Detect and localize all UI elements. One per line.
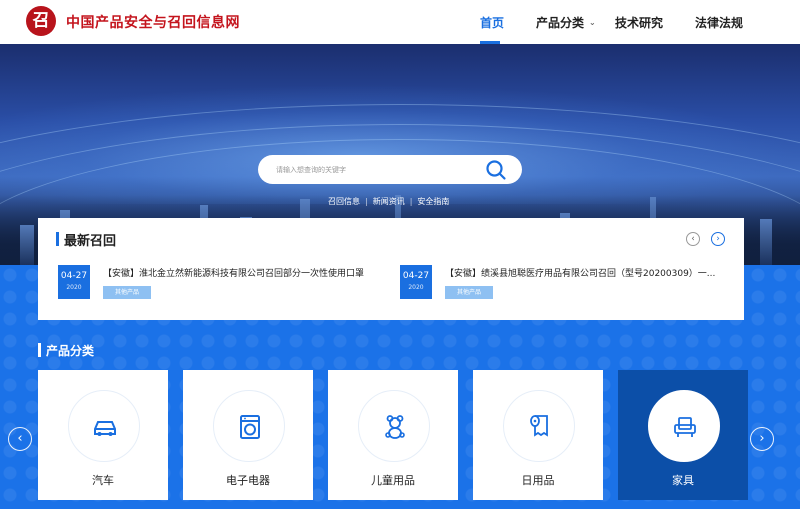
category-card-car[interactable]: 汽车 [38, 370, 168, 500]
category-label: 汽车 [92, 474, 114, 487]
recall-date-badge: 04-27 2020 [400, 265, 432, 299]
chevron-right-icon: › [716, 234, 720, 244]
quick-link-separator: | [409, 197, 413, 206]
nav-home[interactable]: 首页 [480, 14, 504, 31]
category-label: 家具 [672, 474, 694, 487]
recall-item-tag[interactable]: 其他产品 [103, 286, 151, 299]
nav-tech-research[interactable]: 技术研究 [615, 14, 663, 31]
category-icon-circle [648, 390, 720, 462]
search-icon [486, 160, 506, 180]
quick-link-news[interactable]: 新闻资讯 [373, 197, 405, 206]
recall-item-title[interactable]: 【安徽】淮北金立然新能源科技有限公司召回部分一次性使用口罩 [103, 266, 383, 279]
category-icon-circle [213, 390, 285, 462]
category-card-children[interactable]: 儿童用品 [328, 370, 458, 500]
quick-link-recall-info[interactable]: 召回信息 [328, 197, 360, 206]
recall-item-tag[interactable]: 其他产品 [445, 286, 493, 299]
recall-date-year: 2020 [408, 284, 424, 291]
site-title[interactable]: 中国产品安全与召回信息网 [66, 12, 240, 32]
quick-link-separator: | [365, 197, 368, 206]
recall-date-day: 04-27 [402, 271, 430, 281]
category-icon-circle [503, 390, 575, 462]
armchair-icon [674, 417, 696, 437]
category-card-daily-goods[interactable]: 日用品 [473, 370, 603, 500]
search-box [258, 155, 522, 184]
car-icon [94, 421, 116, 436]
category-prev-button[interactable]: ‹ [8, 427, 32, 451]
washing-machine-icon [240, 415, 260, 439]
tissue-roll-icon [530, 415, 548, 437]
chevron-down-icon: ⌄ [589, 18, 596, 27]
category-icon-circle [358, 390, 430, 462]
recall-date-year: 2020 [66, 284, 82, 291]
section-marker [56, 232, 59, 246]
quick-link-safety-guide[interactable]: 安全指南 [417, 197, 449, 206]
site-logo[interactable]: 召 [26, 6, 56, 36]
nav-laws[interactable]: 法律法规 [695, 14, 743, 31]
search-button[interactable] [484, 158, 508, 182]
category-label: 日用品 [521, 474, 555, 487]
category-next-button[interactable]: › [750, 427, 774, 451]
recall-date-badge: 04-27 2020 [58, 265, 90, 299]
nav-product-categories-label: 产品分类 [536, 16, 585, 30]
product-categories-title: 产品分类 [46, 344, 95, 358]
category-label: 电子电器 [226, 474, 270, 487]
chevron-right-icon: › [759, 431, 765, 446]
category-card-electronics[interactable]: 电子电器 [183, 370, 313, 500]
nav-product-categories[interactable]: 产品分类 ⌄ [536, 14, 596, 31]
latest-recall-card: 最新召回 ‹ › 04-27 2020 【安徽】淮北金立然新能源科技有限公司召回… [38, 218, 744, 320]
latest-recall-title: 最新召回 [64, 234, 117, 249]
chevron-left-icon: ‹ [17, 431, 23, 446]
teddy-bear-icon [385, 415, 405, 439]
recall-next-button[interactable]: › [711, 232, 725, 246]
site-header: 召 中国产品安全与召回信息网 首页 产品分类 ⌄ 技术研究 法律法规 [0, 0, 800, 44]
category-card-furniture[interactable]: 家具 [618, 370, 748, 500]
category-icon-circle [68, 390, 140, 462]
category-label: 儿童用品 [371, 474, 415, 487]
recall-prev-button[interactable]: ‹ [686, 232, 700, 246]
search-input[interactable] [276, 162, 476, 177]
section-marker [38, 343, 41, 357]
recall-date-day: 04-27 [60, 271, 88, 281]
recall-item-title[interactable]: 【安徽】绩溪县旭聪医疗用品有限公司召回（型号20200309）一... [445, 266, 730, 279]
quick-links: 召回信息 | 新闻资讯 | 安全指南 [328, 196, 449, 207]
chevron-left-icon: ‹ [691, 234, 695, 244]
